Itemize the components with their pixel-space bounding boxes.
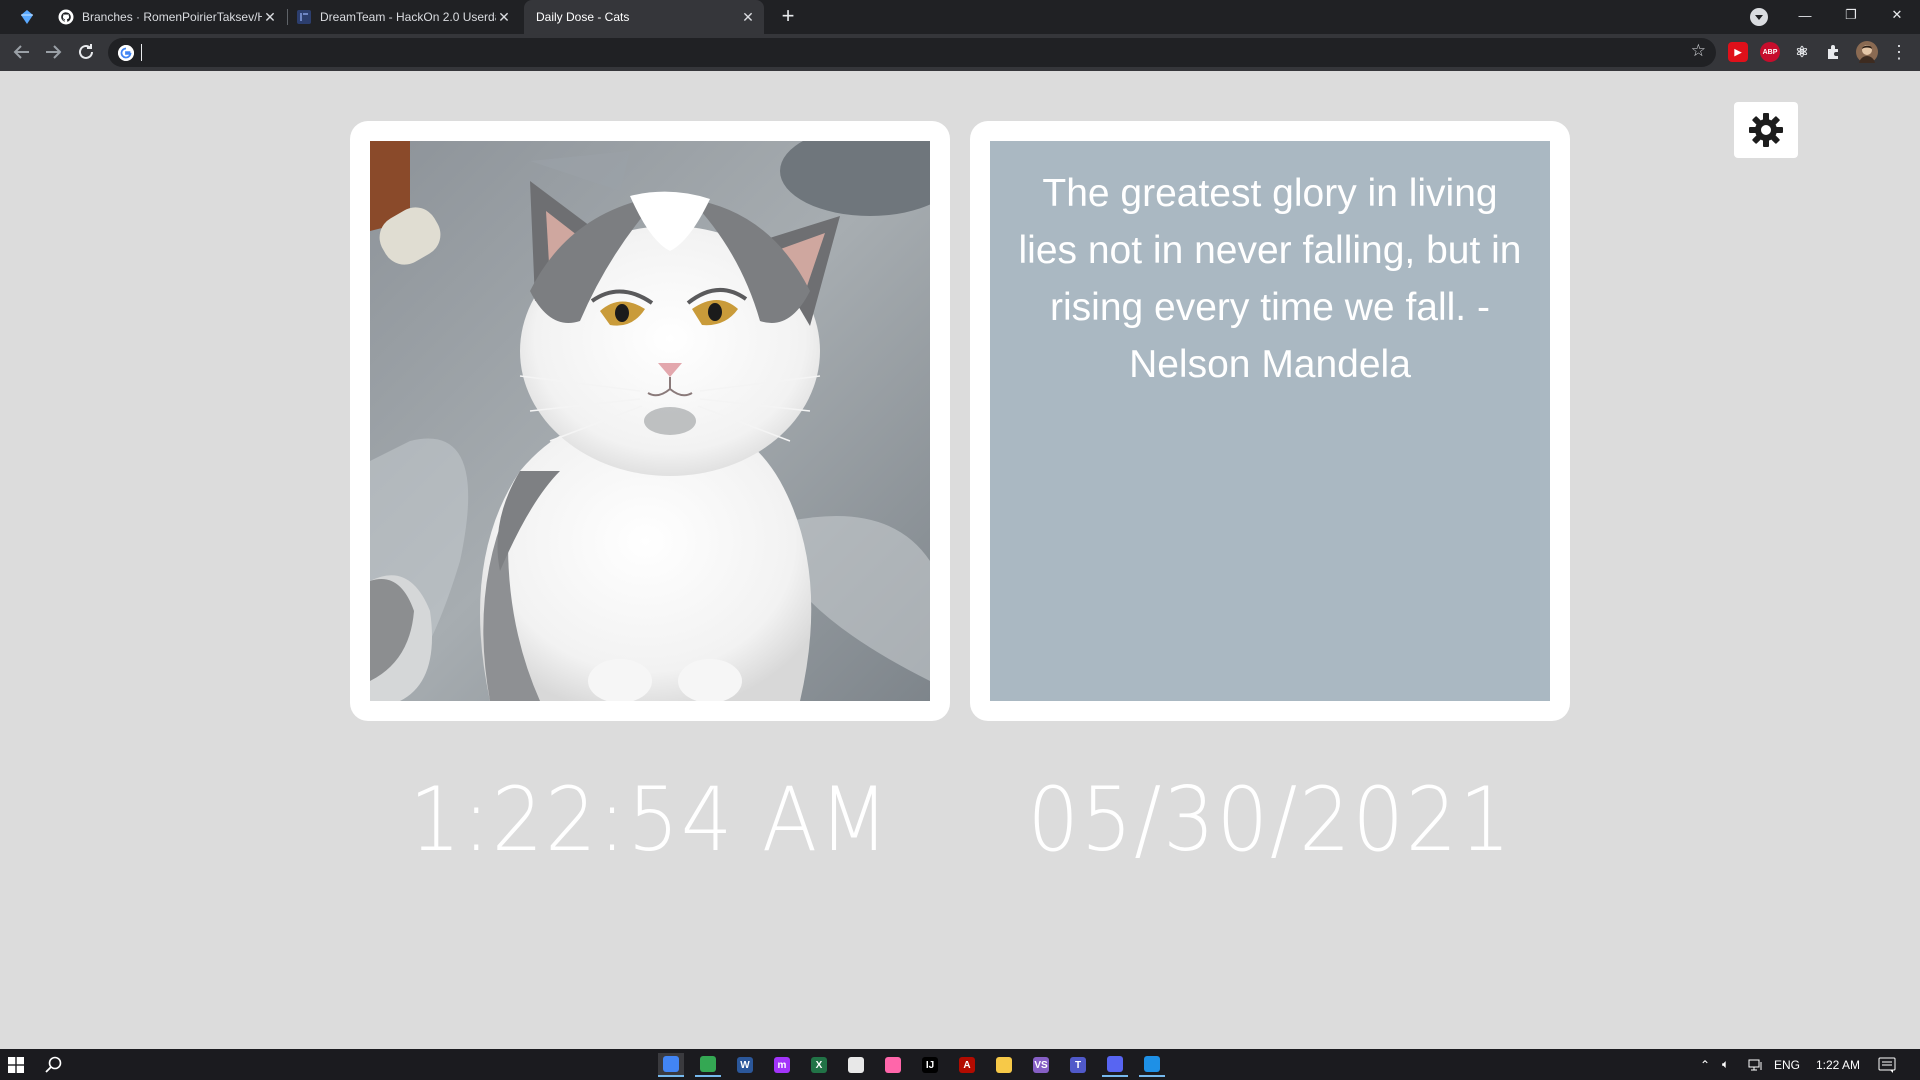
adblock-plus-icon[interactable]: ABP	[1760, 42, 1780, 62]
tab-daily-dose-cats[interactable]: Daily Dose - Cats ✕	[524, 0, 764, 34]
quote-box: The greatest glory in living lies not in…	[990, 141, 1550, 701]
tab-search-dropdown-icon[interactable]	[1750, 8, 1768, 26]
word-icon: W	[737, 1057, 753, 1073]
intellij-icon: IJ	[922, 1057, 938, 1073]
restore-button[interactable]: ❐	[1828, 0, 1874, 30]
taskbar-app-word[interactable]: W	[732, 1053, 758, 1077]
cat-photo-card	[350, 121, 950, 721]
new-tab-button[interactable]: +	[776, 5, 800, 29]
extensions-puzzle-icon[interactable]	[1824, 42, 1844, 62]
github-icon	[58, 9, 74, 25]
acrobat-icon: A	[959, 1057, 975, 1073]
settings-button[interactable]	[1734, 102, 1798, 158]
reload-icon[interactable]	[74, 40, 98, 64]
taskbar-app-excel[interactable]: X	[806, 1053, 832, 1077]
taskbar-app-file-explorer[interactable]	[991, 1053, 1017, 1077]
show-hidden-icons-icon[interactable]: ⌃	[1700, 1049, 1710, 1080]
taskbar-app-intellij[interactable]: IJ	[917, 1053, 943, 1077]
cat-photo	[370, 141, 930, 701]
quote-card: The greatest glory in living lies not in…	[970, 121, 1570, 721]
taskbar-app-chrome[interactable]	[658, 1053, 684, 1077]
quote-text: The greatest glory in living lies not in…	[1018, 172, 1522, 386]
notification-center-icon[interactable]	[1878, 1049, 1896, 1080]
address-bar[interactable]: ☆	[108, 38, 1716, 67]
tab-divider	[287, 9, 288, 25]
taskbar-app-teams[interactable]: T	[1065, 1053, 1091, 1077]
current-time: 1:22:54 AM	[409, 768, 891, 871]
react-devtools-icon[interactable]: ⚛	[1792, 42, 1812, 62]
tab-title: Daily Dose - Cats	[536, 10, 630, 24]
messenger-icon: m	[774, 1057, 790, 1073]
search-icon[interactable]	[44, 1055, 64, 1075]
close-window-button[interactable]: ✕	[1874, 0, 1920, 30]
tab-title: DreamTeam - HackOn 2.0 Userdat	[320, 10, 496, 24]
forward-arrow-icon[interactable]	[41, 40, 65, 64]
back-arrow-icon[interactable]	[10, 40, 34, 64]
tab-close-icon[interactable]: ✕	[496, 9, 512, 25]
osu-icon	[885, 1057, 901, 1073]
google-icon	[118, 45, 134, 61]
tab-close-icon[interactable]: ✕	[740, 9, 756, 25]
gear-icon	[1749, 113, 1783, 147]
chrome-alt-icon	[700, 1056, 716, 1072]
browser-toolbar: ☆ ▶ ABP ⚛ ⋮	[0, 34, 1920, 71]
language-indicator[interactable]: ENG	[1774, 1049, 1800, 1080]
address-input[interactable]	[140, 42, 1660, 63]
taskbar-app-discord[interactable]	[1102, 1053, 1128, 1077]
excel-icon: X	[811, 1057, 827, 1073]
windows-start-icon[interactable]	[8, 1057, 24, 1073]
vscode-icon	[1144, 1056, 1160, 1072]
text-caret	[141, 44, 142, 61]
taskbar-app-chrome-alt[interactable]	[695, 1053, 721, 1077]
network-icon[interactable]	[1748, 1049, 1764, 1080]
visual-studio-icon: VS	[1033, 1057, 1049, 1073]
profile-avatar[interactable]	[1856, 41, 1878, 63]
tab-search-icon[interactable]	[18, 8, 36, 26]
bookmark-star-icon[interactable]: ☆	[1691, 41, 1706, 61]
tab-github-branches[interactable]: Branches · RomenPoirierTaksev/H ✕	[50, 0, 286, 34]
browser-menu-icon[interactable]: ⋮	[1890, 42, 1908, 62]
browser-tab-strip: Branches · RomenPoirierTaksev/H ✕ DreamT…	[0, 0, 1920, 34]
tab-close-icon[interactable]: ✕	[262, 9, 278, 25]
windows-taskbar: Wm X IJ A VS T ⌃ 🔈︎ ENG 1:22 AM	[0, 1049, 1920, 1080]
discord-icon	[1107, 1056, 1123, 1072]
chrome-icon	[663, 1056, 679, 1072]
taskbar-app-osu[interactable]	[880, 1053, 906, 1077]
taskbar-app-vscode[interactable]	[1139, 1053, 1165, 1077]
tab-dreamteam-userdata[interactable]: DreamTeam - HackOn 2.0 Userdat ✕	[290, 0, 520, 34]
youtube-ext-icon[interactable]: ▶	[1728, 42, 1748, 62]
taskbar-app-acrobat[interactable]: A	[954, 1053, 980, 1077]
teams-icon: T	[1070, 1057, 1086, 1073]
volume-icon[interactable]: 🔈︎	[1722, 1049, 1729, 1080]
hamster-icon	[848, 1057, 864, 1073]
taskbar-app-messenger[interactable]: m	[769, 1053, 795, 1077]
taskbar-app-visual-studio[interactable]: VS	[1028, 1053, 1054, 1077]
minimize-button[interactable]: —	[1782, 0, 1828, 30]
tab-title: Branches · RomenPoirierTaksev/H	[82, 10, 262, 24]
current-date: 05/30/2021	[1027, 768, 1513, 871]
taskbar-clock[interactable]: 1:22 AM	[1814, 1049, 1862, 1080]
file-explorer-icon	[996, 1057, 1012, 1073]
taskbar-app-hamster[interactable]	[843, 1053, 869, 1077]
document-icon	[297, 10, 311, 24]
